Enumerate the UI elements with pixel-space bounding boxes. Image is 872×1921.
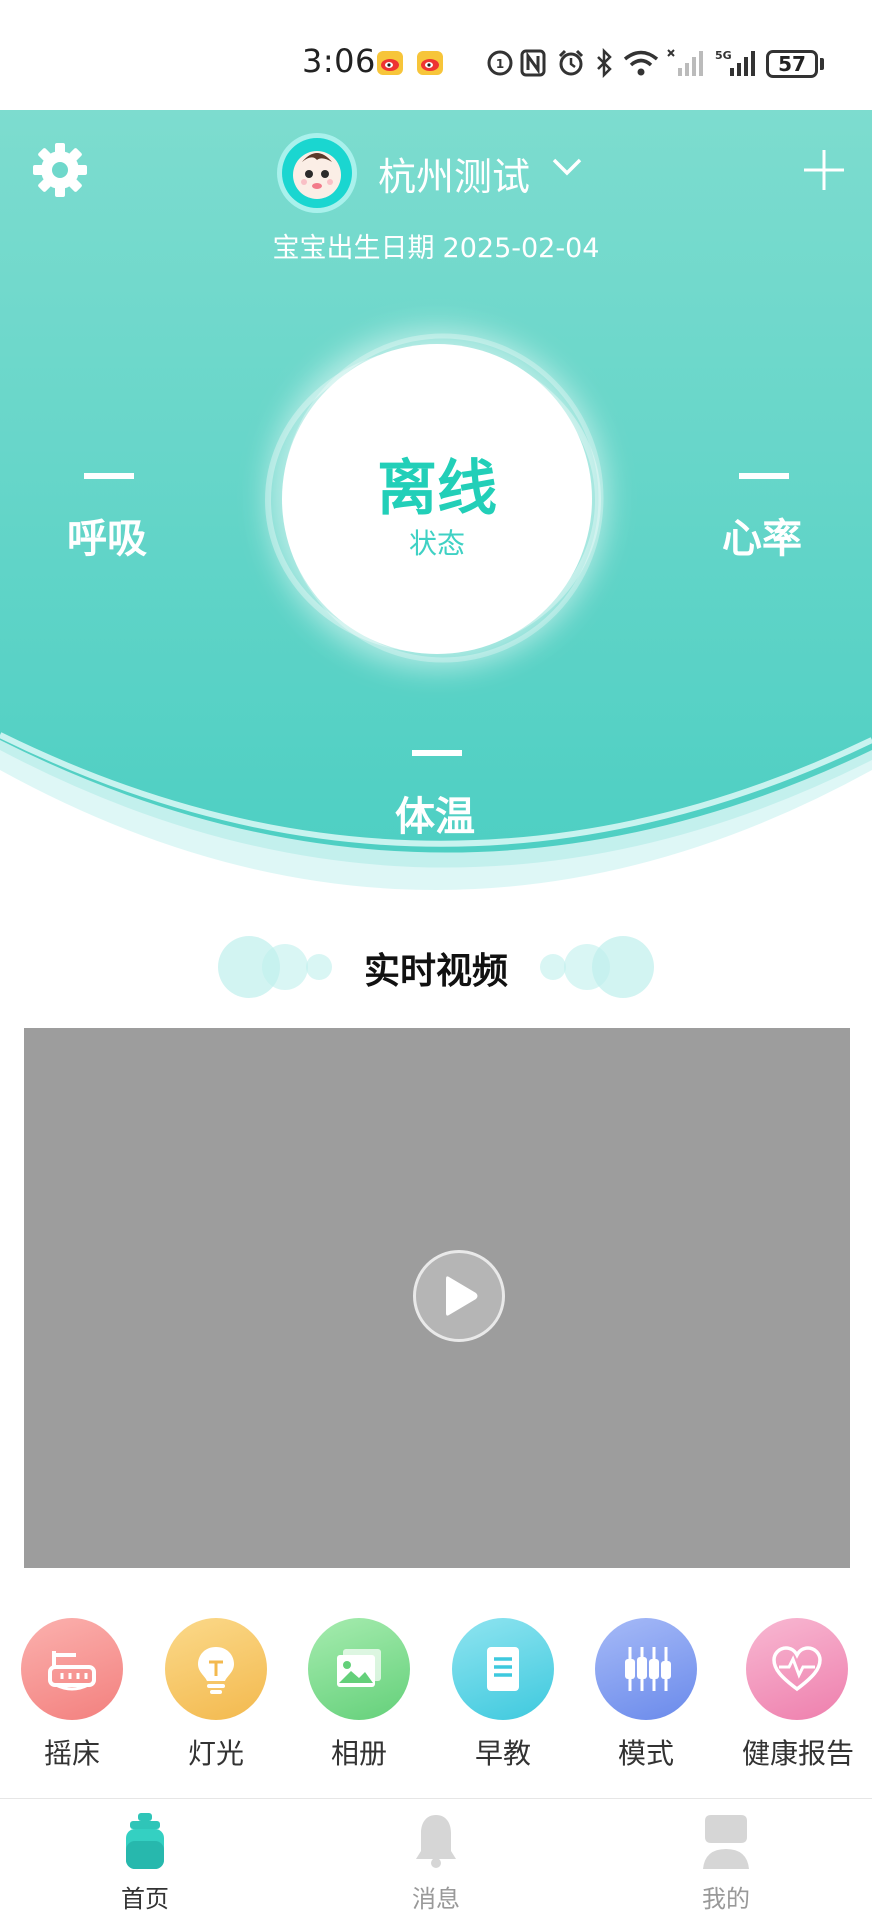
live-video-title: 实时视频 <box>363 951 508 992</box>
birthday-text: 宝宝出生日期 2025-02-04 <box>0 226 872 265</box>
bulb-icon <box>165 1618 267 1720</box>
document-icon <box>452 1618 554 1720</box>
weibo-icon <box>377 51 403 75</box>
function-album[interactable]: 相册 <box>304 1618 414 1772</box>
breathing-value <box>84 473 134 479</box>
status-value: 离线 <box>377 454 497 524</box>
bluetooth-icon <box>597 48 612 78</box>
gear-icon[interactable] <box>30 140 90 200</box>
function-label: 相册 <box>330 1737 387 1770</box>
status-label: 状态 <box>408 527 465 560</box>
battery-indicator: 57 <box>766 50 818 78</box>
function-light[interactable]: 灯光 <box>161 1618 271 1772</box>
nav-label: 我的 <box>702 1885 750 1913</box>
nav-messages[interactable]: 消息 <box>366 1811 506 1914</box>
nfc-icon <box>520 49 546 77</box>
cradle-icon <box>21 1618 123 1720</box>
heart-rate-value <box>739 473 789 479</box>
function-label: 摇床 <box>43 1737 100 1770</box>
heart-pulse-icon <box>746 1618 848 1720</box>
plus-icon[interactable] <box>802 148 846 192</box>
svg-text:5G: 5G <box>715 49 732 62</box>
nav-profile[interactable]: 我的 <box>656 1811 796 1914</box>
signal-sim1-icon <box>667 49 703 76</box>
function-label: 健康报告 <box>742 1737 855 1770</box>
video-player[interactable] <box>24 1028 850 1568</box>
bell-icon <box>411 1811 461 1871</box>
weibo-icon <box>417 51 443 75</box>
bottom-nav: 首页 消息 我的 <box>0 1798 872 1921</box>
function-label: 灯光 <box>187 1737 244 1770</box>
child-name-selector[interactable]: 杭州测试 <box>378 146 530 201</box>
home-bottle-icon <box>120 1811 170 1871</box>
temperature-label: 体温 <box>395 794 475 840</box>
device-status-circle[interactable]: 离线 状态 <box>282 344 592 654</box>
battery-nub <box>820 58 824 70</box>
wifi-icon <box>623 50 659 76</box>
photo-album-icon <box>308 1618 410 1720</box>
baby-avatar[interactable] <box>282 138 352 208</box>
signal-5g-icon: 5G <box>715 49 755 76</box>
svg-text:1: 1 <box>496 57 504 71</box>
function-early-education[interactable]: 早教 <box>448 1618 558 1772</box>
birthday-date: 2025-02-04 <box>442 233 600 264</box>
user-icon <box>701 1811 751 1871</box>
function-health-report[interactable]: 健康报告 <box>742 1618 855 1772</box>
temperature-value <box>412 750 462 756</box>
function-cradle[interactable]: 摇床 <box>17 1618 127 1772</box>
nav-label: 消息 <box>412 1885 460 1913</box>
status-bar: 3:06 1 5G 57 <box>0 0 872 110</box>
heart-rate-label: 心率 <box>722 516 802 562</box>
data-saver-icon: 1 <box>487 50 513 76</box>
nav-label: 首页 <box>121 1885 169 1913</box>
chevron-down-icon[interactable] <box>550 155 584 179</box>
play-icon <box>446 1276 478 1316</box>
play-button[interactable] <box>413 1250 505 1342</box>
status-time: 3:06 <box>302 42 376 80</box>
nav-home[interactable]: 首页 <box>75 1811 215 1914</box>
sliders-icon <box>595 1618 697 1720</box>
function-label: 早教 <box>474 1737 531 1770</box>
alarm-icon <box>558 49 584 76</box>
function-mode[interactable]: 模式 <box>591 1618 701 1772</box>
birthday-label: 宝宝出生日期 <box>272 233 435 264</box>
function-label: 模式 <box>617 1737 674 1770</box>
baby-face-icon <box>293 151 341 199</box>
breathing-label: 呼吸 <box>67 516 147 562</box>
